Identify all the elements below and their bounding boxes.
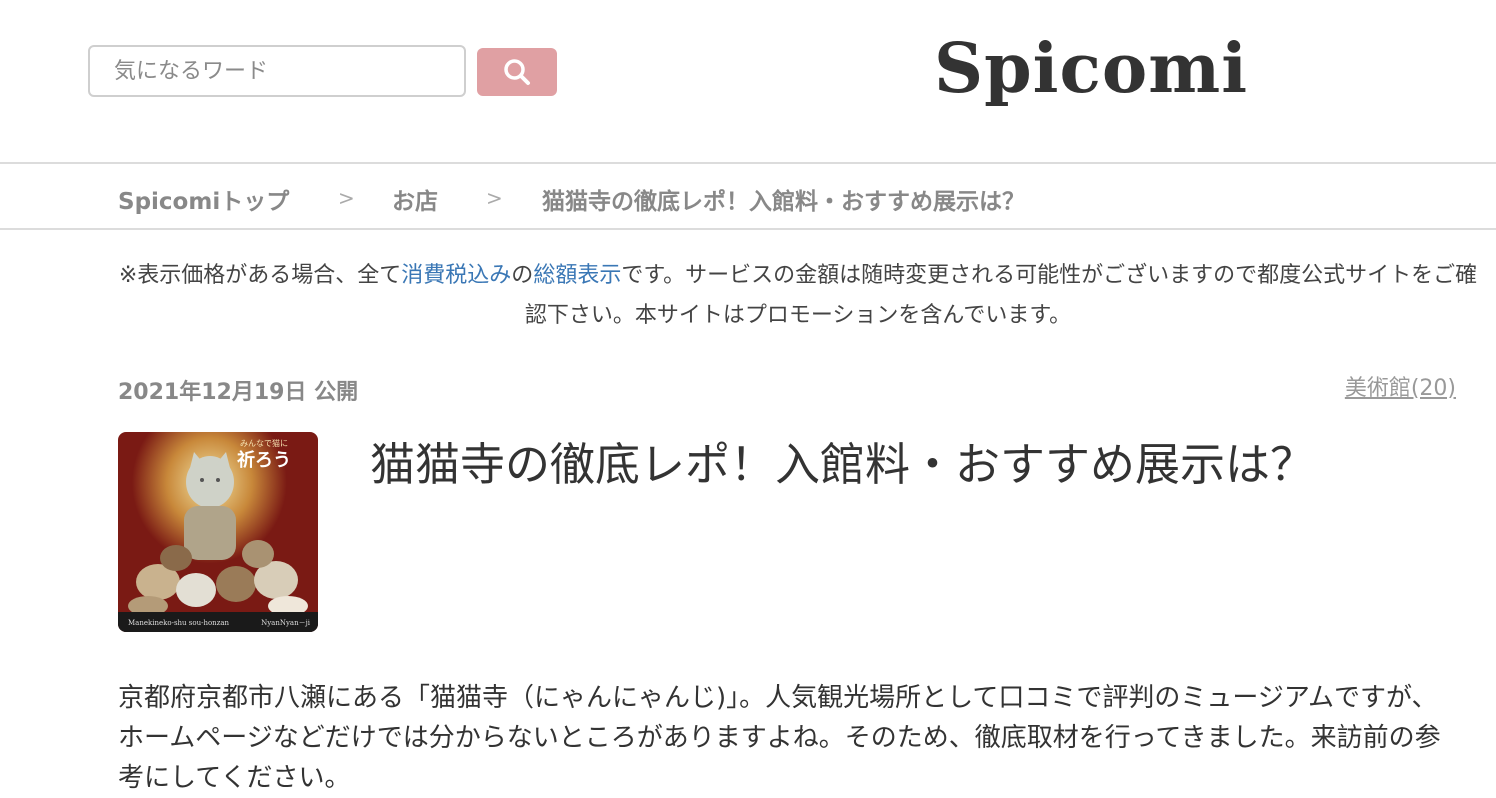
notice-text: です。サービスの金額は随時変更される可能性がございますので都度公式サイトをご確認… [524,263,1478,328]
site-header: Spicomi [0,0,1496,162]
search-input[interactable] [88,45,466,97]
thumbnail-heading: 祈ろう [237,449,291,471]
total-price-link[interactable]: 総額表示 [533,263,621,288]
breadcrumb-home-link[interactable]: Spicomiトップ [118,182,289,216]
article-intro: 京都府京都市八瀬にある「猫猫寺（にゃんにゃんじ)」。人気観光場所として口コミで評… [118,683,1441,793]
category-link[interactable]: 美術館(20) [1345,370,1456,402]
breadcrumb-separator: > [486,186,503,210]
notice-text: ※表示価格がある場合、全て [118,263,402,288]
article-thumbnail[interactable]: 祈ろう みんなで猫に Manekineko-shu sou-honzan Nya… [118,432,318,632]
thumbnail-caption-left: Manekineko-shu sou-honzan [128,619,230,627]
breadcrumb-current: 猫猫寺の徹底レポ！入館料・おすすめ展示は？ [542,189,1025,215]
search-icon [504,59,530,85]
site-logo[interactable]: Spicomi [934,24,1248,114]
breadcrumb-category-link[interactable]: お店 [392,182,438,216]
article-title: 猫猫寺の徹底レポ！入館料・おすすめ展示は？ [370,438,1316,491]
publish-date: 2021年12月19日 公開 [118,380,359,405]
thumbnail-subheading: みんなで猫に [240,438,288,448]
notice-text: の [511,263,534,288]
thumbnail-caption-right: NyanNyan－ji [261,619,311,627]
tax-included-link[interactable]: 消費税込み [401,263,511,288]
thumbnail-image: 祈ろう みんなで猫に Manekineko-shu sou-honzan Nya… [118,432,318,632]
search-button[interactable] [477,48,557,96]
breadcrumb: Spicomiトップ > お店 > 猫猫寺の徹底レポ！入館料・おすすめ展示は？ [0,162,1496,230]
breadcrumb-separator: > [338,186,355,210]
price-notice: ※表示価格がある場合、全て消費税込みの総額表示です。サービスの金額は随時変更され… [118,256,1478,336]
